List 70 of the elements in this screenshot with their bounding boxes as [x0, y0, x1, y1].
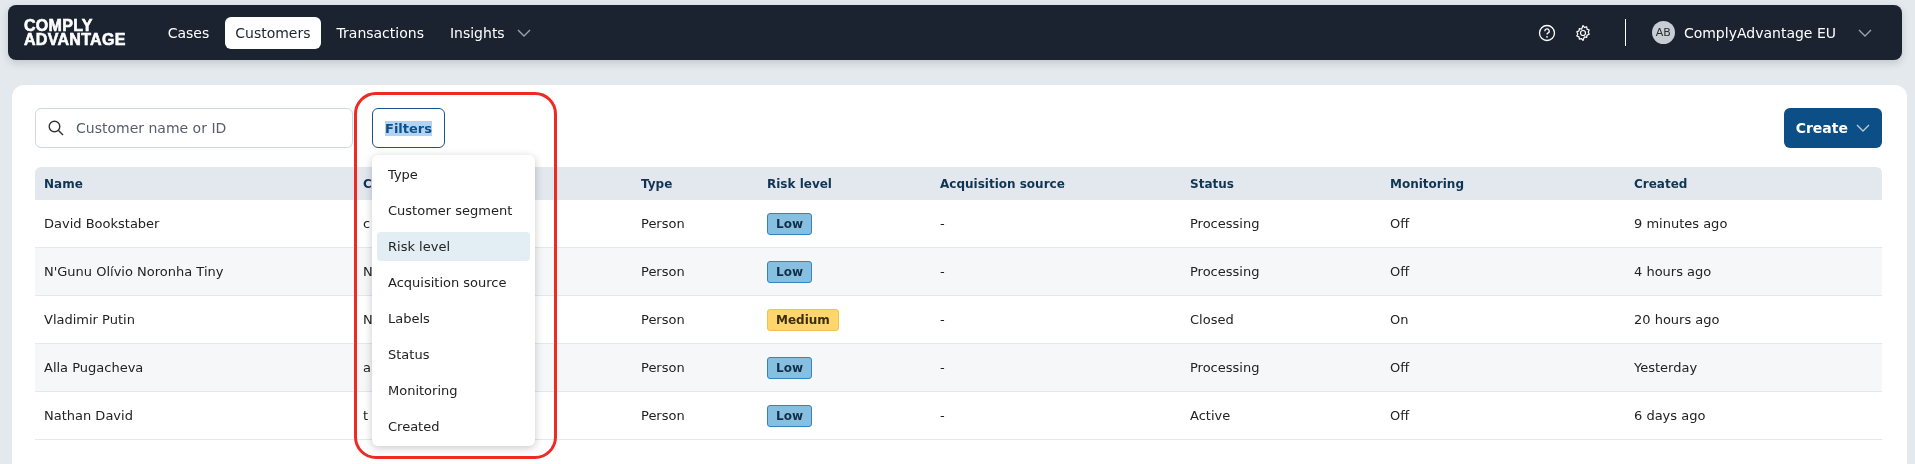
column-header[interactable]: Name	[35, 167, 354, 200]
nav-tab[interactable]: Customers	[225, 16, 321, 49]
menu-item[interactable]: Acquisition source	[377, 268, 530, 297]
menu-item[interactable]: Labels	[377, 304, 530, 333]
menu-item[interactable]: Status	[377, 340, 530, 369]
table-cell: On	[1390, 312, 1409, 327]
table-cell: 9 minutes ago	[1634, 216, 1728, 231]
table-cell: -	[940, 360, 945, 375]
table-cell: -	[940, 408, 945, 423]
table-cell: Yesterday	[1634, 360, 1698, 375]
create-button[interactable]: Create	[1783, 108, 1882, 148]
table-cell[interactable]: Vladimir Putin	[44, 312, 135, 327]
table-cell: -	[940, 312, 945, 327]
chevron-down-icon	[1856, 124, 1870, 132]
table-cell[interactable]: Nathan David	[44, 408, 133, 423]
table-cell: 4 hours ago	[1634, 264, 1712, 279]
logo[interactable]: COMPLY ADVANTAGE	[24, 18, 126, 47]
search-field[interactable]: Customer name or ID	[35, 108, 353, 148]
table-cell: 20 hours ago	[1634, 312, 1720, 327]
table-cell: t	[363, 408, 369, 423]
table-cell: Off	[1390, 264, 1410, 279]
column-header[interactable]: Acquisition source	[931, 167, 1181, 200]
column-header[interactable]: Monitoring	[1381, 167, 1625, 200]
menu-item[interactable]: Created	[377, 412, 530, 441]
help-icon[interactable]	[1537, 23, 1556, 42]
table-cell: Processing	[1190, 216, 1260, 231]
table-cell[interactable]: David Bookstaber	[44, 216, 160, 231]
table-cell: N	[363, 264, 373, 279]
table-cell: N	[363, 312, 373, 327]
table-cell: Off	[1390, 216, 1410, 231]
risk-badge: Low	[767, 260, 812, 283]
table-cell: Person	[641, 312, 685, 327]
column-header[interactable]: Status	[1181, 167, 1381, 200]
nav-tab[interactable]: Transactions	[326, 16, 434, 49]
table-cell: -	[940, 216, 945, 231]
filters-button[interactable]: Filters	[372, 108, 445, 148]
table-cell: Closed	[1190, 312, 1234, 327]
column-header[interactable]: Created	[1625, 167, 1882, 200]
risk-badge: Medium	[767, 308, 839, 331]
table-cell: 6 days ago	[1634, 408, 1706, 423]
account-name[interactable]: ComplyAdvantage EU	[1683, 24, 1836, 41]
menu-item[interactable]: Customer segment	[377, 196, 530, 225]
table-cell[interactable]: N'Gunu Olívio Noronha Tiny	[44, 264, 224, 279]
table-cell: c	[363, 216, 371, 231]
menu-item[interactable]: Monitoring	[377, 376, 530, 405]
nav-tab[interactable]: Insights	[439, 16, 541, 49]
avatar[interactable]: AB	[1651, 21, 1675, 44]
table-cell: Off	[1390, 408, 1410, 423]
table-cell: Processing	[1190, 264, 1260, 279]
table-cell: Active	[1190, 408, 1231, 423]
table-cell: Person	[641, 264, 685, 279]
table-cell: a	[363, 360, 371, 375]
table-cell[interactable]: Alla Pugacheva	[44, 360, 144, 375]
table-cell: Person	[641, 408, 685, 423]
table-cell: Off	[1390, 360, 1410, 375]
menu-item[interactable]: Risk level	[377, 232, 530, 261]
table-cell: Person	[641, 360, 685, 375]
risk-badge: Low	[767, 212, 812, 235]
menu-item[interactable]: Type	[377, 160, 530, 189]
table-cell: Processing	[1190, 360, 1260, 375]
risk-badge: Low	[767, 356, 812, 379]
chevron-down-icon[interactable]	[1858, 28, 1872, 37]
nav-tab[interactable]: Cases	[157, 16, 220, 49]
column-header[interactable]: Risk level	[758, 167, 931, 200]
settings-icon[interactable]	[1573, 23, 1592, 42]
search-icon	[48, 120, 64, 136]
table-cell: Person	[641, 216, 685, 231]
table-cell: -	[940, 264, 945, 279]
column-header[interactable]: Type	[632, 167, 758, 200]
risk-badge: Low	[767, 404, 812, 427]
